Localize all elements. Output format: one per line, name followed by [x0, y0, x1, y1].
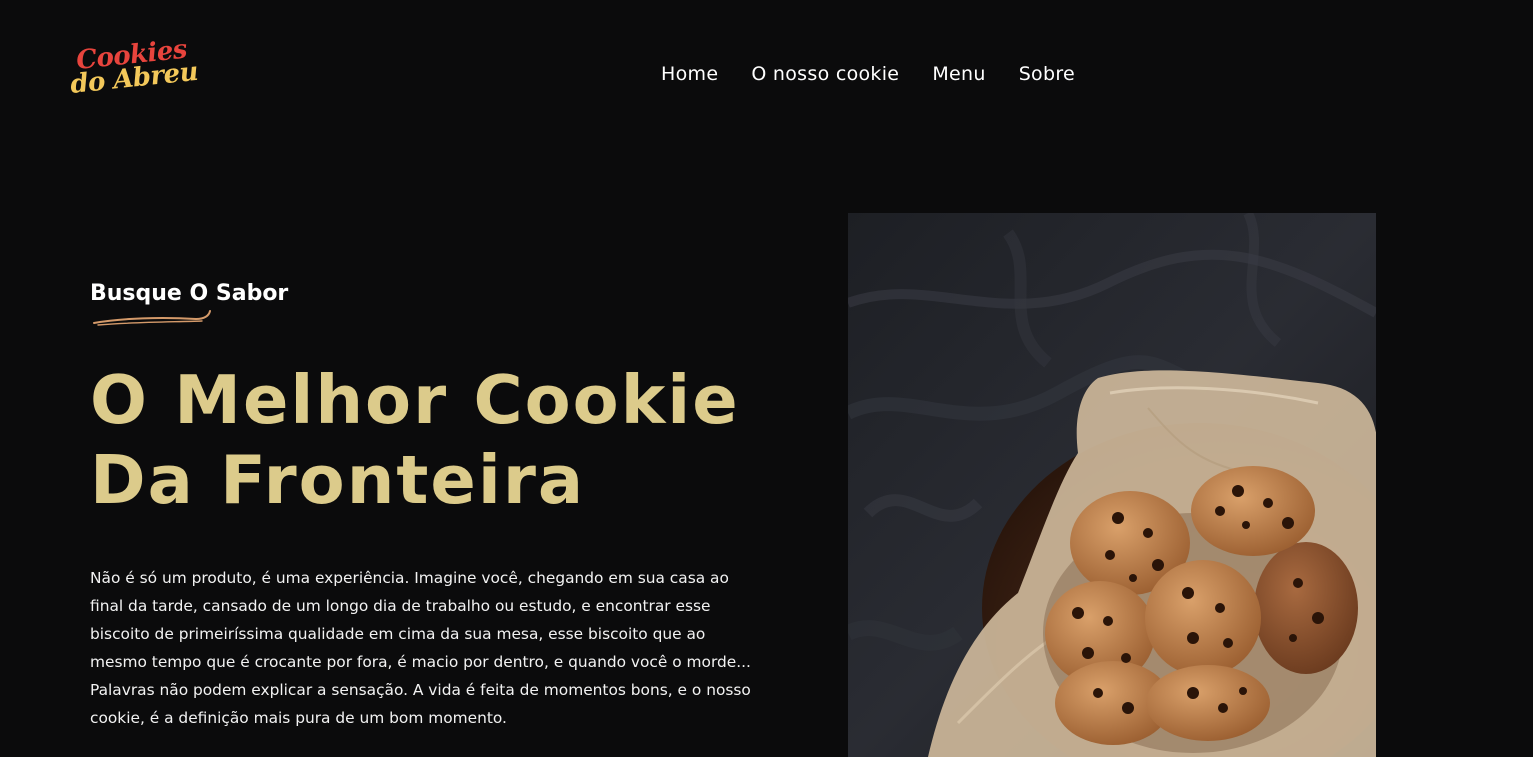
nav-home[interactable]: Home	[661, 61, 718, 87]
hero-title-line-1: O Melhor Cookie	[90, 361, 740, 439]
nav-menu[interactable]: Menu	[932, 61, 985, 87]
cookies-bowl-image	[848, 213, 1376, 757]
hero-description: Não é só um produto, é uma experiência. …	[90, 569, 751, 727]
nav-sobre[interactable]: Sobre	[1019, 61, 1075, 87]
main-nav: Home O nosso cookie Menu Sobre	[661, 61, 1075, 87]
page: Cookies do Abreu Home O nosso cookie Men…	[0, 0, 1533, 757]
hero-title-line-2: Da Fronteira	[90, 441, 586, 519]
hero-title: O Melhor Cookie Da Fronteira	[90, 360, 790, 520]
nav-o-nosso-cookie[interactable]: O nosso cookie	[751, 61, 899, 87]
swash-underline-decoration	[93, 310, 211, 326]
site-logo[interactable]: Cookies do Abreu	[69, 35, 212, 108]
hero-kicker: Busque O Sabor	[90, 281, 289, 306]
